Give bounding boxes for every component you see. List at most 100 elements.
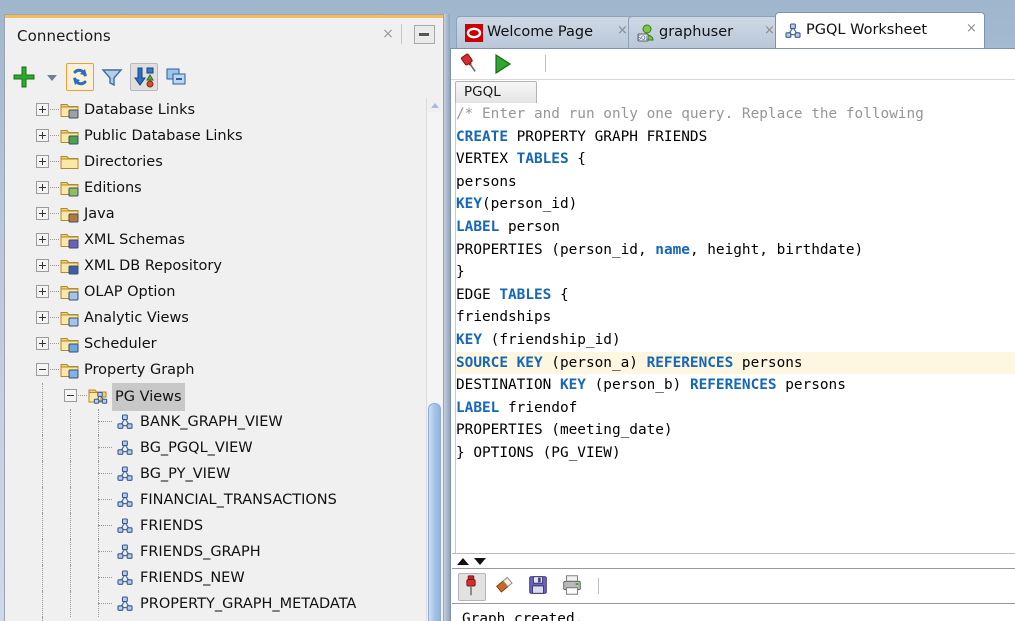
tab-pgql-worksheet[interactable]: PGQL Worksheet × — [775, 12, 985, 48]
expand-icon[interactable] — [36, 233, 49, 246]
tab-close-icon[interactable]: × — [966, 21, 977, 36]
tree-item-directories[interactable]: Directories — [6, 149, 430, 175]
code-line[interactable]: KEY(person_id) — [456, 193, 1015, 216]
run-play-icon[interactable] — [489, 51, 515, 77]
svg-text:SQL: SQL — [638, 36, 649, 42]
code-line[interactable]: EDGE TABLES { — [456, 284, 1015, 307]
printer-icon[interactable] — [560, 573, 586, 599]
tree-item-pg-views[interactable]: PG Views — [6, 383, 430, 411]
graph-icon-icon — [116, 439, 134, 457]
tree-guide-line — [42, 513, 44, 539]
code-text[interactable]: /* Enter and run only one query. Replace… — [456, 103, 1015, 553]
tree-item-analytic-views[interactable]: Analytic Views — [6, 305, 430, 331]
tree-item-financial-transactions[interactable]: FINANCIAL_TRANSACTIONS — [6, 487, 430, 513]
tree-item-editions[interactable]: Editions — [6, 175, 430, 201]
tree-item-xml-schemas[interactable]: XML Schemas — [6, 227, 430, 253]
code-line[interactable]: } OPTIONS (PG_VIEW) — [456, 442, 1015, 465]
expand-icon[interactable] — [36, 337, 49, 350]
code-line[interactable]: } — [456, 261, 1015, 284]
horizontal-splitter[interactable] — [452, 553, 1015, 569]
code-line[interactable]: LABEL friendof — [456, 397, 1015, 420]
tree-item-bg-pgql-view[interactable]: BG_PGQL_VIEW — [6, 435, 430, 461]
tree-item-olap-option[interactable]: OLAP Option — [6, 279, 430, 305]
refresh-icon[interactable] — [66, 63, 94, 91]
tree-scrollbar[interactable] — [426, 98, 442, 621]
tab-welcome-page[interactable]: Welcome Page × — [456, 16, 636, 48]
tree-item-property-graph[interactable]: Property Graph — [6, 357, 430, 383]
code-line[interactable]: SOURCE KEY (person_a) REFERENCES persons — [456, 351, 1015, 375]
code-line[interactable]: DESTINATION KEY (person_b) REFERENCES pe… — [456, 374, 1015, 397]
code-line[interactable]: PROPERTIES (meeting_date) — [456, 419, 1015, 442]
xml-schema-folder-icon — [60, 231, 79, 249]
tree-item-scheduler[interactable]: Scheduler — [6, 331, 430, 357]
splitter-down-arrow-icon[interactable] — [474, 558, 486, 565]
floppy-save-icon[interactable] — [526, 573, 552, 599]
tree-item-friends-graph[interactable]: FRIENDS_GRAPH — [6, 539, 430, 565]
tree-item-public-database-links[interactable]: Public Database Links — [6, 123, 430, 149]
collapse-icon[interactable] — [64, 389, 77, 402]
tree-guide-line — [42, 383, 44, 409]
tree-item-bank-graph-view[interactable]: BANK_GRAPH_VIEW — [6, 409, 430, 435]
scheduler-folder-icon — [60, 335, 79, 353]
new-connection-dropdown[interactable] — [38, 63, 66, 91]
expand-icon[interactable] — [36, 103, 49, 116]
collapse-icon[interactable] — [36, 363, 49, 376]
olap-folder-icon — [60, 283, 79, 301]
tab-close-icon[interactable]: × — [617, 23, 628, 38]
scroll-up-arrow-icon[interactable] — [427, 98, 442, 112]
expand-icon[interactable] — [36, 207, 49, 220]
connections-toolbar — [5, 60, 443, 96]
splitter-up-arrow-icon[interactable] — [457, 558, 469, 565]
expand-icon[interactable] — [36, 155, 49, 168]
tree-dots — [50, 317, 59, 319]
code-line[interactable]: LABEL person — [456, 216, 1015, 239]
code-line[interactable]: CREATE PROPERTY GRAPH FRIENDS — [456, 126, 1015, 149]
code-line[interactable]: KEY (friendship_id) — [456, 329, 1015, 352]
tree-item-database-links[interactable]: Database Links — [6, 97, 430, 123]
tree-item-label: BG_PY_VIEW — [140, 466, 231, 482]
eraser-icon[interactable] — [492, 573, 518, 599]
code-line[interactable]: PROPERTIES (person_id, name, height, bir… — [456, 239, 1015, 262]
code-line[interactable]: VERTEX TABLES { — [456, 148, 1015, 171]
code-token: persons — [776, 377, 846, 394]
tree-item-label: PG Objects — [112, 617, 191, 621]
close-icon[interactable]: × — [380, 26, 396, 42]
minimize-icon[interactable] — [414, 25, 435, 44]
pushpin-icon[interactable] — [458, 573, 486, 601]
expand-icon[interactable] — [36, 259, 49, 272]
code-editor[interactable]: /* Enter and run only one query. Replace… — [452, 103, 1015, 553]
tree-dots — [98, 551, 112, 553]
code-keyword: CREATE — [456, 128, 508, 145]
expand-icon[interactable] — [36, 285, 49, 298]
expand-icon[interactable] — [36, 129, 49, 142]
graph-icon-icon — [116, 413, 134, 431]
sort-descending-icon[interactable] — [130, 63, 158, 91]
connections-tree[interactable]: Database Links Public Database Links Dir… — [6, 97, 430, 621]
tree-item-friends-new[interactable]: FRIENDS_NEW — [6, 565, 430, 591]
code-line[interactable]: persons — [456, 171, 1015, 194]
scrollbar-thumb[interactable] — [428, 403, 441, 621]
code-line[interactable]: /* Enter and run only one query. Replace… — [456, 103, 1015, 126]
tree-item-label: FINANCIAL_TRANSACTIONS — [140, 492, 337, 508]
toolbar-separator — [545, 55, 546, 72]
tab-close-icon[interactable]: × — [764, 23, 775, 38]
collapse-all-icon[interactable] — [162, 63, 190, 91]
pushpin-icon[interactable] — [457, 51, 483, 77]
code-token: EDGE — [456, 286, 500, 303]
tree-item-xml-db-repository[interactable]: XML DB Repository — [6, 253, 430, 279]
tree-item-pg-objects[interactable]: PG Objects — [6, 617, 430, 621]
code-token: (friendship_id) — [482, 331, 621, 348]
language-tab-pgql[interactable]: PGQL — [455, 81, 537, 103]
tab-graphuser[interactable]: SQL graphuser × — [628, 16, 783, 48]
funnel-icon[interactable] — [98, 63, 126, 91]
new-connection-button[interactable] — [10, 63, 38, 91]
tree-item-property-graph-metadata[interactable]: PROPERTY_GRAPH_METADATA — [6, 591, 430, 617]
expand-icon[interactable] — [36, 181, 49, 194]
expand-icon[interactable] — [36, 311, 49, 324]
tree-item-friends[interactable]: FRIENDS — [6, 513, 430, 539]
tree-dots — [50, 213, 59, 215]
tree-guide-line — [70, 409, 72, 435]
tree-item-java[interactable]: Java — [6, 201, 430, 227]
tree-item-bg-py-view[interactable]: BG_PY_VIEW — [6, 461, 430, 487]
code-line[interactable]: friendships — [456, 306, 1015, 329]
